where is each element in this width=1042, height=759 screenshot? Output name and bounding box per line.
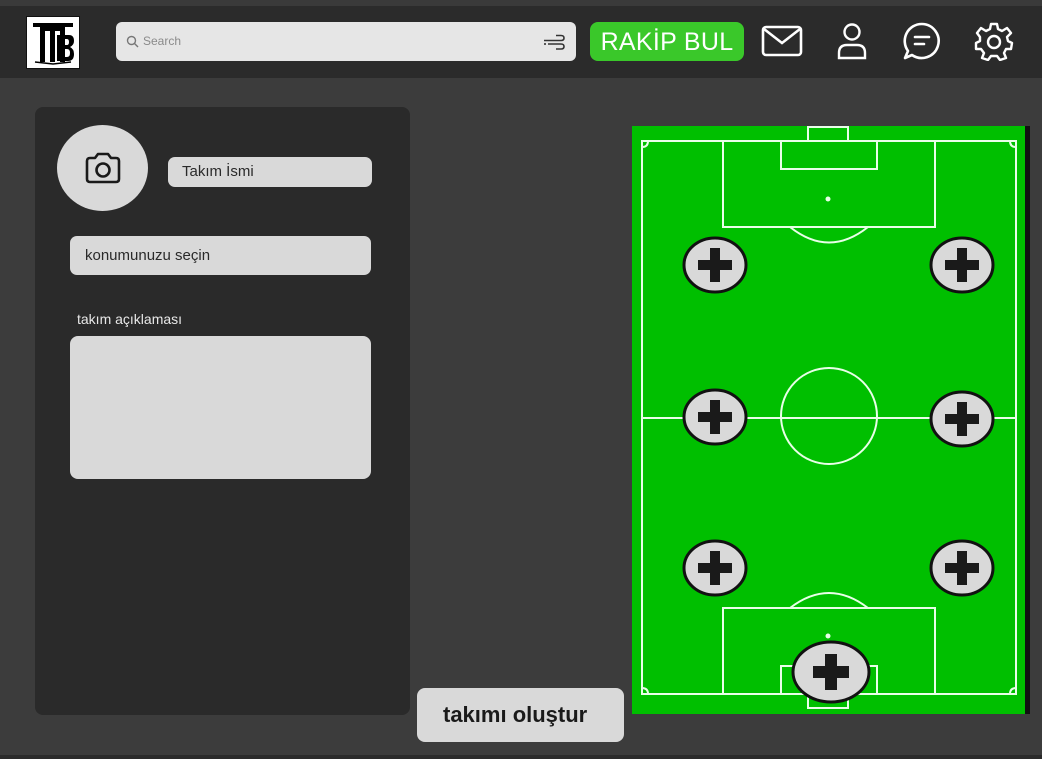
team-photo-upload[interactable] <box>57 125 148 211</box>
player-slot-1[interactable] <box>682 236 748 294</box>
camera-icon <box>85 152 120 184</box>
user-icon <box>837 23 867 60</box>
settings-button[interactable] <box>972 20 1016 62</box>
logo-mark <box>27 17 79 68</box>
goalkeeper-slot[interactable] <box>791 640 871 704</box>
player-slot-4[interactable] <box>929 390 995 448</box>
description-label: takım açıklaması <box>77 311 183 327</box>
chat-icon <box>903 22 940 60</box>
player-slot-2[interactable] <box>929 236 995 294</box>
find-opponent-button[interactable]: RAKİP BUL <box>590 22 744 61</box>
header: Search RAKİP BUL <box>0 6 1042 78</box>
chat-button[interactable] <box>900 20 944 62</box>
search-placeholder: Search <box>143 34 182 48</box>
search-bar[interactable]: Search <box>116 22 576 61</box>
app-logo[interactable] <box>26 16 80 69</box>
create-team-button[interactable]: takımı oluştur <box>417 688 624 742</box>
player-slot-5[interactable] <box>682 539 748 597</box>
team-form-panel: Takım İsmi konumunuzu seçin takım açıkla… <box>35 107 410 715</box>
mail-icon <box>761 25 803 57</box>
player-slot-6[interactable] <box>929 539 995 597</box>
profile-button[interactable] <box>830 20 874 62</box>
mail-button[interactable] <box>760 20 804 62</box>
football-pitch <box>632 126 1030 714</box>
filter-icon[interactable] <box>542 33 566 51</box>
settings-icon <box>974 22 1014 61</box>
search-icon <box>126 35 139 48</box>
description-textarea[interactable] <box>70 336 371 479</box>
player-slot-3[interactable] <box>682 388 748 446</box>
bottom-bar <box>0 755 1042 759</box>
location-select[interactable]: konumunuzu seçin <box>70 236 371 275</box>
team-name-input[interactable]: Takım İsmi <box>168 157 372 187</box>
